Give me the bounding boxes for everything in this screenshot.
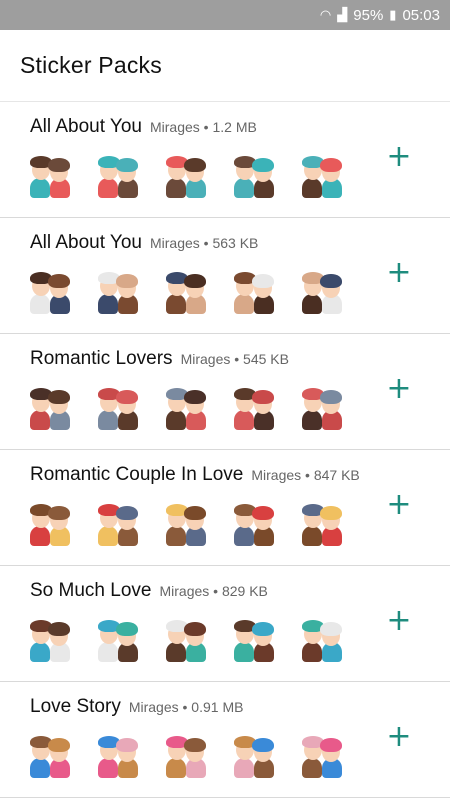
pack-title-row: Romantic Lovers Mirages • 545 KB [30, 348, 289, 370]
sticker-thumbnail [160, 496, 212, 548]
sticker-thumbnail [296, 148, 348, 200]
add-pack-button[interactable]: + [384, 258, 414, 288]
pack-title-row: So Much Love Mirages • 829 KB [30, 580, 268, 602]
pack-meta: Mirages • 0.91 MB [128, 699, 244, 715]
sticker-thumbnail [228, 148, 280, 200]
sticker-thumbnail [296, 612, 348, 664]
sticker-thumbnail [24, 148, 76, 200]
sticker-thumbnail [92, 380, 144, 432]
pack-meta: Mirages • 847 KB [251, 467, 360, 483]
sticker-thumbnail [24, 496, 76, 548]
sticker-thumbnail [24, 264, 76, 316]
sticker-thumbnail [228, 496, 280, 548]
sticker-pack-row[interactable]: Romantic Lovers Mirages • 545 KB + [0, 334, 450, 450]
pack-title-row: All About You Mirages • 563 KB [30, 232, 258, 254]
pack-meta: Mirages • 563 KB [150, 235, 259, 251]
sticker-thumbnail [296, 264, 348, 316]
sticker-preview-strip [24, 148, 348, 200]
sticker-thumbnail [228, 380, 280, 432]
sticker-thumbnail [296, 496, 348, 548]
signal-icon: ▟ [337, 7, 348, 22]
pack-title-row: All About You Mirages • 1.2 MB [30, 116, 257, 138]
pack-name: Romantic Lovers [30, 348, 173, 369]
battery-percent: 95% [353, 6, 384, 24]
battery-icon: ▮ [389, 7, 397, 22]
add-pack-button[interactable]: + [384, 374, 414, 404]
sticker-preview-strip [24, 728, 348, 780]
add-pack-button[interactable]: + [384, 722, 414, 752]
add-pack-button[interactable]: + [384, 490, 414, 520]
sticker-thumbnail [24, 612, 76, 664]
sticker-pack-row[interactable]: All About You Mirages • 563 KB + [0, 218, 450, 334]
sticker-thumbnail [296, 380, 348, 432]
sticker-preview-strip [24, 264, 348, 316]
sticker-thumbnail [160, 264, 212, 316]
sticker-thumbnail [160, 612, 212, 664]
sticker-thumbnail [228, 612, 280, 664]
clock: 05:03 [402, 6, 440, 24]
sticker-thumbnail [160, 728, 212, 780]
sticker-thumbnail [296, 728, 348, 780]
sticker-thumbnail [24, 728, 76, 780]
pack-meta: Mirages • 1.2 MB [150, 119, 257, 135]
pack-meta: Mirages • 545 KB [180, 351, 289, 367]
sticker-preview-strip [24, 496, 348, 548]
sticker-pack-list: All About You Mirages • 1.2 MB + All About … [0, 102, 450, 798]
sticker-thumbnail [24, 380, 76, 432]
status-bar: ◠ ▟ 95% ▮ 05:03 [0, 0, 450, 30]
sticker-pack-row[interactable]: Love Story Mirages • 0.91 MB + [0, 682, 450, 798]
page-title: Sticker Packs [20, 52, 162, 78]
sticker-pack-row[interactable]: So Much Love Mirages • 829 KB + [0, 566, 450, 682]
wifi-icon: ◠ [319, 7, 332, 22]
app-bar: Sticker Packs [0, 30, 450, 102]
pack-name: All About You [30, 232, 142, 253]
sticker-thumbnail [160, 148, 212, 200]
sticker-preview-strip [24, 612, 348, 664]
sticker-thumbnail [92, 496, 144, 548]
sticker-pack-row[interactable]: All About You Mirages • 1.2 MB + [0, 102, 450, 218]
pack-name: Love Story [30, 696, 121, 717]
sticker-thumbnail [92, 264, 144, 316]
sticker-pack-row[interactable]: Romantic Couple In Love Mirages • 847 KB + [0, 450, 450, 566]
pack-title-row: Romantic Couple In Love Mirages • 847 KB [30, 464, 360, 486]
sticker-thumbnail [228, 264, 280, 316]
pack-title-row: Love Story Mirages • 0.91 MB [30, 696, 243, 718]
pack-meta: Mirages • 829 KB [159, 583, 268, 599]
pack-name: All About You [30, 116, 142, 137]
add-pack-button[interactable]: + [384, 606, 414, 636]
add-pack-button[interactable]: + [384, 142, 414, 172]
sticker-thumbnail [160, 380, 212, 432]
sticker-thumbnail [228, 728, 280, 780]
sticker-preview-strip [24, 380, 348, 432]
pack-name: So Much Love [30, 580, 152, 601]
pack-name: Romantic Couple In Love [30, 464, 244, 485]
sticker-thumbnail [92, 612, 144, 664]
sticker-thumbnail [92, 148, 144, 200]
sticker-thumbnail [92, 728, 144, 780]
